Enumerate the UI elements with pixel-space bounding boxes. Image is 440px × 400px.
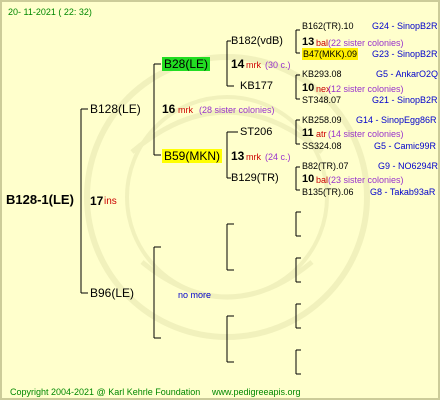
footer-site-link[interactable]: www.pedigreeapis.org	[212, 386, 301, 398]
root-label[interactable]: B128-1(LE)	[6, 193, 74, 206]
gen3-b129-label[interactable]: B129(TR)	[231, 172, 279, 184]
gen3-b129-note: (23 sister colonies)	[328, 175, 404, 185]
gen1-dam-note: no more	[178, 290, 212, 300]
gen4-label[interactable]: B47(MKK).09	[302, 48, 359, 60]
gen4-label[interactable]: B162(TR).10	[302, 20, 354, 32]
gen3-st206-label[interactable]: ST206	[240, 126, 272, 138]
gen2-b28-abbr: mrk	[246, 60, 261, 70]
gen4-label[interactable]: SS324.08	[302, 140, 342, 152]
gen2-b28-label[interactable]: B28(LE)	[162, 57, 211, 71]
root-num: 17	[90, 194, 104, 208]
gen3-b182-label[interactable]: B182(vdB)	[231, 35, 283, 47]
gen3-b129-num: 10	[302, 173, 315, 185]
gen4-code: G5 - Camic99R	[374, 141, 437, 151]
gen2-b59-label[interactable]: B59(MKN)	[162, 149, 223, 163]
gen4-code: G8 - Takab93aR	[370, 187, 436, 197]
gen2-b59-num: 13	[231, 149, 245, 163]
gen3-st206-abbr: atr	[316, 129, 327, 139]
gen4-code: G24 - SinopB2R	[372, 21, 438, 31]
footer-copyright: Copyright 2004-2021 @ Karl Kehrle Founda…	[10, 387, 201, 397]
gen4-label[interactable]: KB293.08	[302, 68, 342, 80]
gen1-sire-label[interactable]: B128(LE)	[90, 103, 141, 115]
gen3-st206-num: 11	[302, 127, 314, 139]
gen4-label[interactable]: ST348.07	[302, 94, 341, 106]
timestamp: 20- 11-2021 ( 22: 32)	[8, 7, 92, 17]
gen4-label[interactable]: B135(TR).06	[302, 186, 354, 198]
gen4-code: G5 - AnkarO2Q	[376, 69, 439, 79]
gen3-b129-abbr: bal	[316, 175, 329, 185]
gen2-b59-abbr: mrk	[246, 152, 261, 162]
gen4-code: G9 - NO6294R	[378, 161, 439, 171]
gen3-b182-num: 13	[302, 36, 315, 48]
gen2-b59-note: (24 c.)	[265, 152, 291, 162]
gen4-label[interactable]: KB258.09	[302, 114, 342, 126]
gen4-code: G21 - SinopB2R	[372, 95, 438, 105]
gen4-code: G23 - SinopB2R	[372, 49, 438, 59]
gen3-st206-note: (14 sister colonies)	[328, 129, 404, 139]
gen4-code: G14 - SinopEgg86R	[356, 115, 437, 125]
gen3-kb177-num: 10	[302, 82, 315, 94]
root-abbr: ins	[104, 196, 117, 207]
gen4-label[interactable]: B82(TR).07	[302, 160, 349, 172]
gen1-dam-label[interactable]: B96(LE)	[90, 287, 134, 299]
gen1-sire-abbr: mrk	[178, 105, 193, 115]
gen1-sire-num: 16	[162, 102, 176, 116]
gen2-b28-note: (30 c.)	[265, 60, 291, 70]
gen3-kb177-label[interactable]: KB177	[240, 80, 273, 92]
gen1-sire-note: (28 sister colonies)	[199, 105, 275, 115]
gen2-b28-num: 14	[231, 57, 245, 71]
pedigree-chart: 20- 11-2021 ( 22: 32) B128-1(LE) 17 ins …	[0, 0, 440, 400]
